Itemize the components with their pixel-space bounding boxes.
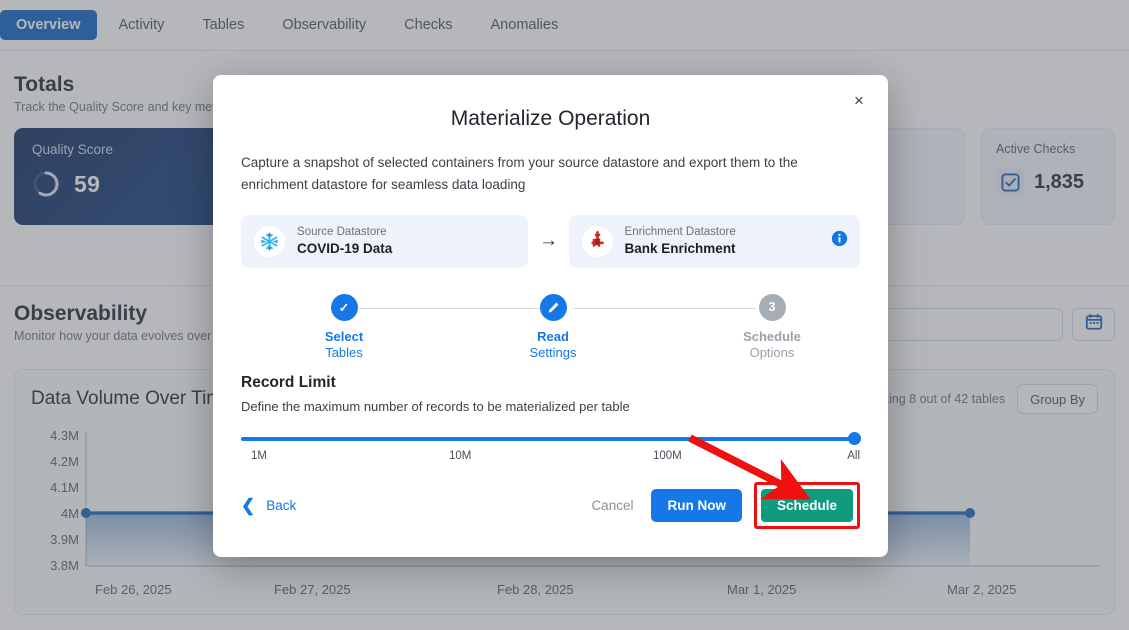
- arrow-right-icon: →: [528, 230, 568, 252]
- run-now-button[interactable]: Run Now: [651, 489, 742, 522]
- dialog-title: Materialize Operation: [241, 75, 860, 131]
- step-3-subtitle: Options: [712, 345, 832, 361]
- footer-actions: Cancel Run Now Schedule: [585, 482, 860, 529]
- step-1-subtitle: Tables: [284, 345, 404, 361]
- step-2-subtitle: Settings: [493, 345, 613, 361]
- enrichment-datastore-text: Enrichment Datastore Bank Enrichment: [625, 225, 736, 258]
- slider-tick-all: All: [847, 450, 860, 462]
- record-limit-section: Record Limit Define the maximum number o…: [241, 374, 860, 468]
- step-1-title: Select: [284, 329, 404, 345]
- slider-thumb[interactable]: [848, 432, 861, 445]
- back-button-label: Back: [266, 498, 296, 513]
- slider-tick-labels: 1M 10M 100M All: [241, 450, 860, 468]
- wizard-stepper: ✓ Select Tables Read Settings 3 Schedule…: [241, 294, 860, 364]
- dialog-footer: ❮ Back Cancel Run Now Schedule: [241, 482, 860, 529]
- slider-tick-1m: 1M: [251, 450, 267, 462]
- source-datastore-card[interactable]: Source Datastore COVID-19 Data: [241, 215, 528, 268]
- snowflake-icon: [254, 226, 285, 257]
- step-3-title: Schedule: [712, 329, 832, 345]
- puzzle-piece-icon: [582, 226, 613, 257]
- materialize-operation-dialog: × Materialize Operation Capture a snapsh…: [213, 75, 888, 557]
- step-schedule-options[interactable]: 3 Schedule Options: [712, 294, 832, 362]
- step-2-title: Read: [493, 329, 613, 345]
- chevron-left-icon: ❮: [241, 497, 255, 514]
- enrichment-datastore-label: Enrichment Datastore: [625, 225, 736, 240]
- step-2-pencil-icon: [540, 294, 567, 321]
- dialog-description: Capture a snapshot of selected container…: [241, 152, 860, 196]
- schedule-button[interactable]: Schedule: [761, 489, 853, 522]
- close-icon[interactable]: ×: [846, 87, 872, 113]
- step-1-check-icon: ✓: [331, 294, 358, 321]
- record-limit-description: Define the maximum number of records to …: [241, 399, 860, 414]
- schedule-button-highlight: Schedule: [754, 482, 860, 529]
- source-datastore-value: COVID-19 Data: [297, 240, 392, 258]
- slider-tick-10m: 10M: [449, 450, 471, 462]
- slider-track: [241, 437, 860, 441]
- step-select-tables[interactable]: ✓ Select Tables: [284, 294, 404, 362]
- source-datastore-label: Source Datastore: [297, 225, 392, 240]
- info-icon[interactable]: [831, 230, 848, 252]
- enrichment-datastore-value: Bank Enrichment: [625, 240, 736, 258]
- back-button[interactable]: ❮ Back: [241, 497, 296, 514]
- cancel-button[interactable]: Cancel: [585, 498, 639, 513]
- step-read-settings[interactable]: Read Settings: [493, 294, 613, 362]
- enrichment-datastore-card[interactable]: Enrichment Datastore Bank Enrichment: [569, 215, 860, 268]
- datastore-row: Source Datastore COVID-19 Data → Enrichm…: [241, 215, 860, 268]
- record-limit-slider[interactable]: [241, 432, 860, 446]
- app-root: Overview Activity Tables Observability C…: [0, 0, 1129, 630]
- slider-tick-100m: 100M: [653, 450, 682, 462]
- step-3-number: 3: [759, 294, 786, 321]
- source-datastore-text: Source Datastore COVID-19 Data: [297, 225, 392, 258]
- record-limit-title: Record Limit: [241, 374, 860, 392]
